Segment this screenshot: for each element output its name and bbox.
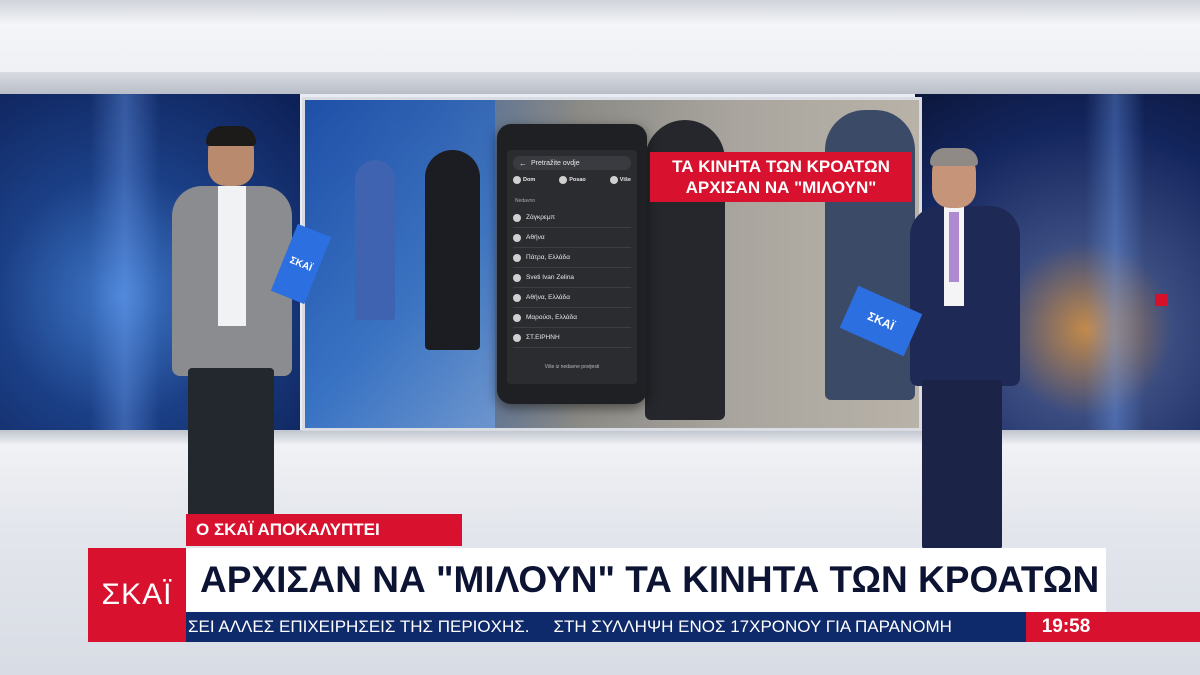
wall-light-stripe bbox=[1085, 94, 1145, 430]
smartphone-graphic: ← Pretražite ovdje Dom Posao Više Nedavn… bbox=[497, 124, 647, 404]
presenter-hair bbox=[930, 148, 978, 166]
phone-section-label: Nedavno bbox=[515, 198, 536, 204]
phone-search-placeholder: Pretražite ovdje bbox=[531, 159, 580, 167]
lilac-tie bbox=[949, 212, 959, 282]
wall-light-stripe bbox=[90, 94, 160, 430]
list-item: Πάτρα, Ελλάδα bbox=[513, 248, 631, 268]
list-item: Αθήνα, Ελλάδα bbox=[513, 288, 631, 308]
news-ticker: ΣΕΙ ΑΛΛΕΣ ΕΠΙΧΕΙΡΗΣΕΙΣ ΤΗΣ ΠΕΡΙΟΧΗΣ. ΣΤΗ… bbox=[186, 612, 1026, 642]
list-item: Μαρούσι, Ελλάδα bbox=[513, 308, 631, 328]
red-light-marker bbox=[1155, 294, 1167, 306]
channel-logo: ΣΚΑΪ bbox=[88, 548, 186, 642]
dark-trousers bbox=[188, 368, 274, 528]
recent-places-list: Ζάγκρεμπ Αθήνα Πάτρα, Ελλάδα Sveti Ivan … bbox=[513, 208, 631, 348]
clock-icon bbox=[513, 313, 521, 322]
white-shirt bbox=[218, 186, 246, 326]
ticker-tail bbox=[1106, 612, 1200, 642]
chip-work: Posao bbox=[559, 176, 586, 184]
navy-suit bbox=[910, 206, 1020, 386]
headline: ΑΡΧΙΣΑΝ ΝΑ "ΜΙΛΟΥΝ" ΤΑ ΚΙΝΗΤΑ ΤΩΝ ΚΡΟΑΤΩ… bbox=[186, 548, 1106, 612]
chip-more: Više bbox=[609, 176, 631, 184]
phone-more-history: Više iz nedavne povijesti bbox=[544, 364, 600, 370]
blurred-person bbox=[425, 150, 480, 350]
main-video-screen: ← Pretražite ovdje Dom Posao Više Nedavn… bbox=[302, 97, 922, 431]
navy-trousers bbox=[922, 380, 1002, 550]
list-item: Αθήνα bbox=[513, 228, 631, 248]
screen-caption: ΤΑ ΚΙΝΗΤΑ ΤΩΝ ΚΡΟΑΤΩΝ ΑΡΧΙΣΑΝ ΝΑ "ΜΙΛΟΥΝ… bbox=[650, 152, 912, 202]
clock-icon bbox=[513, 273, 521, 282]
clock-icon bbox=[513, 333, 521, 342]
list-item: Ζάγκρεμπ bbox=[513, 208, 631, 228]
clock-icon bbox=[513, 233, 521, 242]
list-item: Sveti Ivan Zelina bbox=[513, 268, 631, 288]
studio-beam bbox=[0, 72, 1200, 94]
phone-shortcut-chips: Dom Posao Više bbox=[513, 176, 631, 184]
clock-icon bbox=[513, 213, 521, 222]
briefcase-icon bbox=[559, 176, 568, 184]
presenter-right bbox=[900, 148, 1030, 550]
back-arrow-icon: ← bbox=[519, 158, 527, 168]
clock-icon bbox=[513, 253, 521, 262]
clock-icon bbox=[513, 293, 521, 302]
blurred-person bbox=[355, 160, 395, 320]
studio-ceiling bbox=[0, 0, 1200, 80]
phone-screen: ← Pretražite ovdje Dom Posao Više Nedavn… bbox=[507, 150, 637, 384]
ticker-item: ΣΕΙ ΑΛΛΕΣ ΕΠΙΧΕΙΡΗΣΕΙΣ ΤΗΣ ΠΕΡΙΟΧΗΣ. bbox=[188, 617, 530, 636]
more-icon bbox=[609, 176, 618, 184]
home-icon bbox=[513, 176, 521, 184]
presenter-left bbox=[170, 126, 310, 528]
ticker-item: ΣΤΗ ΣΥΛΛΗΨΗ ΕΝΟΣ 17ΧΡΟΝΟΥ ΓΙΑ ΠΑΡΑΝΟΜΗ bbox=[553, 617, 952, 636]
kicker-label: Ο ΣΚΑΪ ΑΠΟΚΑΛΥΠΤΕΙ bbox=[186, 514, 462, 546]
presenter-hair bbox=[206, 126, 256, 146]
clock: 19:58 bbox=[1026, 612, 1106, 642]
chip-home: Dom bbox=[513, 176, 535, 184]
phone-search-bar: ← Pretražite ovdje bbox=[513, 156, 631, 170]
list-item: ΣΤ.ΕΙΡΗΝΗ bbox=[513, 328, 631, 348]
